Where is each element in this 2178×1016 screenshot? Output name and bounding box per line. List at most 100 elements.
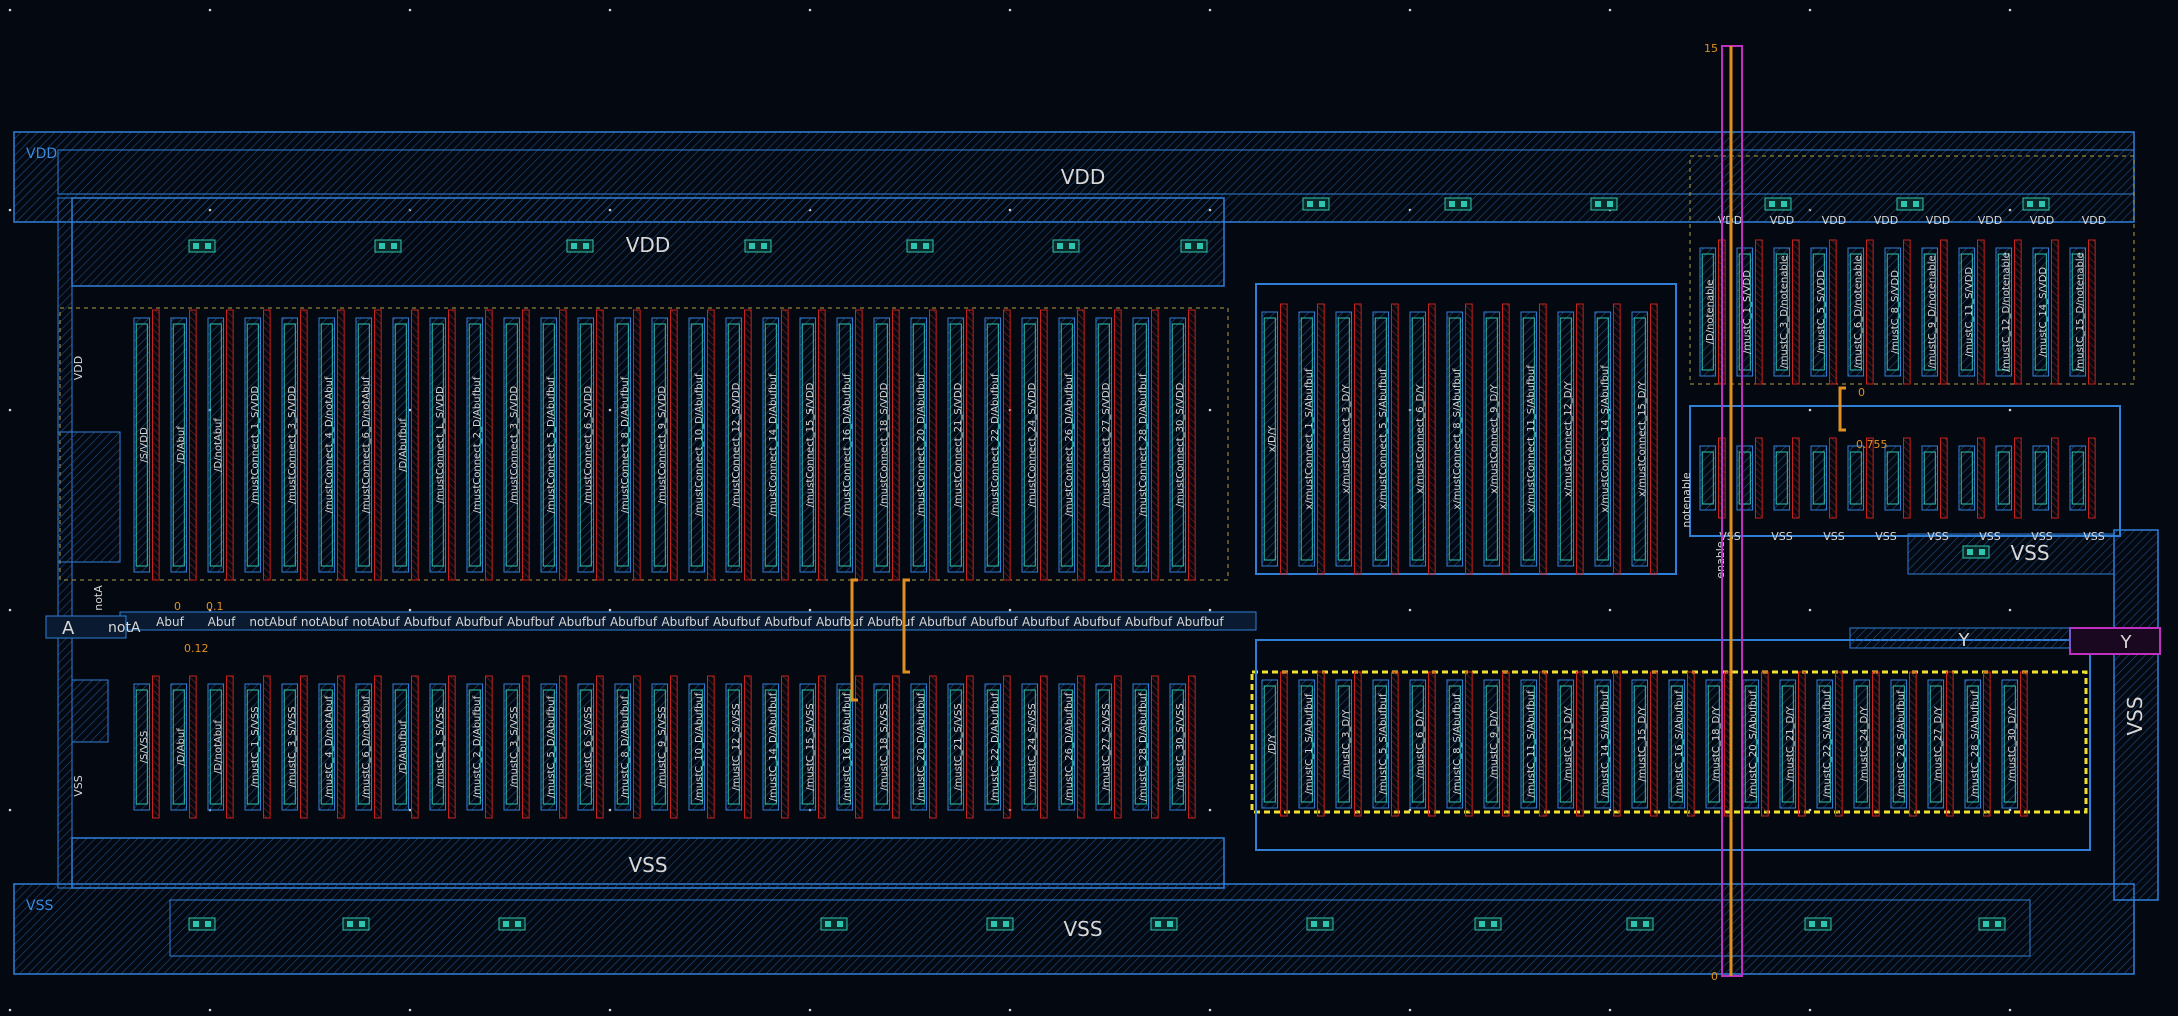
left-nmos-finger[interactable]: /mustC_12_S/VSS bbox=[725, 675, 752, 819]
left-nmos-finger[interactable]: /mustC_21_S/VSS bbox=[947, 675, 974, 819]
left-nmos-finger[interactable]: /mustC_24_S/VSS bbox=[1021, 675, 1048, 819]
left-nmos-finger[interactable]: /mustC_28_D/Abufbuf bbox=[1132, 675, 1159, 819]
right-nmos-finger[interactable] bbox=[1773, 437, 1800, 519]
right-nmos-finger[interactable] bbox=[1921, 437, 1948, 519]
right-pmos-finger[interactable]: /mustC_6_D/notenable bbox=[1847, 239, 1874, 385]
left-pmos-finger[interactable]: /mustConnect_28_D/Abufbuf bbox=[1132, 309, 1159, 581]
left-nmos-finger[interactable]: /mustC_18_S/VSS bbox=[873, 675, 900, 819]
left-pmos-finger[interactable]: /mustConnect_6_D/notAbuf bbox=[355, 309, 382, 581]
mid-pmos-finger[interactable]: x/mustConnect_3_D/Y bbox=[1335, 303, 1362, 575]
left-nmos-finger[interactable]: /mustC_1_S/VSS bbox=[429, 675, 456, 819]
mid-nmos-finger[interactable]: /mustC_5_S/Abufbuf bbox=[1372, 671, 1399, 817]
left-nmos-finger[interactable]: /mustC_15_S/VSS bbox=[799, 675, 826, 819]
left-pmos-finger[interactable]: /mustConnect_5_D/Abufbuf bbox=[540, 309, 567, 581]
right-pmos-finger[interactable]: /mustC_11_S/VDD bbox=[1958, 239, 1985, 385]
mid-nmos-finger[interactable]: /mustC_18_D/Y bbox=[1705, 671, 1732, 817]
mid-pmos-finger[interactable]: x/mustConnect_15_D/Y bbox=[1631, 303, 1658, 575]
left-nmos-finger[interactable]: /mustC_26_D/Abufbuf bbox=[1058, 675, 1085, 819]
mid-pmos-finger[interactable]: x/mustConnect_8_S/Abufbuf bbox=[1446, 303, 1473, 575]
right-nmos-finger[interactable] bbox=[1810, 437, 1837, 519]
right-pmos-finger[interactable]: /mustC_5_S/VDD bbox=[1810, 239, 1837, 385]
mid-nmos-finger[interactable]: /mustC_1_S/Abufbuf bbox=[1298, 671, 1325, 817]
mid-nmos-finger[interactable]: /mustC_28_S/Abufbuf bbox=[1964, 671, 1991, 817]
right-pmos-finger[interactable]: /mustC_12_D/notenable bbox=[1995, 239, 2022, 385]
left-pmos-finger[interactable]: /mustConnect_3_S/VDD bbox=[503, 309, 530, 581]
left-pmos-finger[interactable]: /mustConnect_12_S/VDD bbox=[725, 309, 752, 581]
left-pmos-finger[interactable]: /mustConnect_8_D/Abufbuf bbox=[614, 309, 641, 581]
left-pmos-finger[interactable]: /mustConnect_9_S/VDD bbox=[651, 309, 678, 581]
left-pmos-finger[interactable]: /D/Abufbuf bbox=[392, 309, 419, 581]
left-nmos-finger[interactable]: /S/VSS bbox=[133, 675, 160, 819]
left-pmos-finger[interactable]: /mustConnect_27_S/VDD bbox=[1095, 309, 1122, 581]
left-nmos-finger[interactable]: /mustC_6_S/VSS bbox=[577, 675, 604, 819]
mid-nmos-finger[interactable]: /mustC_6_D/Y bbox=[1409, 671, 1436, 817]
right-nmos-finger[interactable] bbox=[2032, 437, 2059, 519]
mid-nmos-finger[interactable]: /mustC_26_S/Abufbuf bbox=[1890, 671, 1917, 817]
right-pmos-finger[interactable]: /mustC_15_D/notenable bbox=[2069, 239, 2096, 385]
left-nmos-finger[interactable]: /mustC_4_D/notAbuf bbox=[318, 675, 345, 819]
left-nmos-finger[interactable]: /D/notAbuf bbox=[207, 675, 234, 819]
left-pmos-finger[interactable]: /mustConnect_20_D/Abufbuf bbox=[910, 309, 937, 581]
left-pmos-finger[interactable]: /mustConnect_15_S/VDD bbox=[799, 309, 826, 581]
mid-nmos-finger[interactable]: /mustC_27_D/Y bbox=[1927, 671, 1954, 817]
left-nmos-finger[interactable]: /D/Abufbuf bbox=[392, 675, 419, 819]
right-nmos-finger[interactable] bbox=[1884, 437, 1911, 519]
left-pmos-finger[interactable]: /S/VDD bbox=[133, 309, 160, 581]
left-pmos-finger[interactable]: /D/Abuf bbox=[170, 309, 197, 581]
mid-pmos-finger[interactable]: x/mustConnect_9_D/Y bbox=[1483, 303, 1510, 575]
left-pmos-finger[interactable]: /D/notAbuf bbox=[207, 309, 234, 581]
right-nmos-finger[interactable] bbox=[1736, 437, 1763, 519]
left-pmos-finger[interactable]: /mustConnect_L_S/VDD bbox=[429, 309, 456, 581]
mid-nmos-finger[interactable]: /mustC_21_D/Y bbox=[1779, 671, 1806, 817]
left-nmos-finger[interactable]: /mustC_30_S/VSS bbox=[1169, 675, 1196, 819]
right-nmos-finger[interactable] bbox=[1995, 437, 2022, 519]
right-pmos-finger[interactable]: /mustC_3_D/notenable bbox=[1773, 239, 1800, 385]
left-nmos-finger[interactable]: /mustC_2_D/Abufbuf bbox=[466, 675, 493, 819]
right-nmos-finger[interactable] bbox=[1958, 437, 1985, 519]
mid-pmos-finger[interactable]: x/mustConnect_14_S/Abufbuf bbox=[1594, 303, 1621, 575]
left-pmos-finger[interactable]: /mustConnect_22_D/Abufbuf bbox=[984, 309, 1011, 581]
left-nmos-finger[interactable]: /mustC_8_D/Abufbuf bbox=[614, 675, 641, 819]
left-pmos-finger[interactable]: /mustConnect_14_D/Abufbuf bbox=[762, 309, 789, 581]
mid-nmos-finger[interactable]: /mustC_9_D/Y bbox=[1483, 671, 1510, 817]
mid-nmos-finger[interactable]: /mustC_12_D/Y bbox=[1557, 671, 1584, 817]
mid-nmos-finger[interactable]: /mustC_11_S/Abufbuf bbox=[1520, 671, 1547, 817]
mid-pmos-finger[interactable]: x/D/Y bbox=[1261, 303, 1288, 575]
inv-nmos-cell[interactable] bbox=[71, 679, 109, 743]
left-nmos-finger[interactable]: /mustC_27_S/VSS bbox=[1095, 675, 1122, 819]
mid-nmos-finger[interactable]: /mustC_3_D/Y bbox=[1335, 671, 1362, 817]
mid-nmos-finger[interactable]: /D/Y bbox=[1261, 671, 1288, 817]
left-pmos-finger[interactable]: /mustConnect_21_S/VDD bbox=[947, 309, 974, 581]
mid-nmos-finger[interactable]: /mustC_14_S/Abufbuf bbox=[1594, 671, 1621, 817]
left-nmos-finger[interactable]: /D/Abuf bbox=[170, 675, 197, 819]
mid-nmos-finger[interactable]: /mustC_16_S/Abufbuf bbox=[1668, 671, 1695, 817]
left-pmos-finger[interactable]: /mustConnect_30_S/VDD bbox=[1169, 309, 1196, 581]
left-nmos-finger[interactable]: /mustC_9_S/VSS bbox=[651, 675, 678, 819]
left-pmos-finger[interactable]: /mustConnect_26_D/Abufbuf bbox=[1058, 309, 1085, 581]
left-pmos-finger[interactable]: /mustConnect_24_S/VDD bbox=[1021, 309, 1048, 581]
right-pmos-finger[interactable]: /mustC_9_D/notenable bbox=[1921, 239, 1948, 385]
left-nmos-finger[interactable]: /mustC_22_D/Abufbuf bbox=[984, 675, 1011, 819]
mid-pmos-finger[interactable]: x/mustConnect_6_D/Y bbox=[1409, 303, 1436, 575]
mid-pmos-finger[interactable]: x/mustConnect_12_D/Y bbox=[1557, 303, 1584, 575]
mid-nmos-finger[interactable]: /mustC_8_S/Abufbuf bbox=[1446, 671, 1473, 817]
mid-nmos-finger[interactable]: /mustC_20_S/Abufbuf bbox=[1742, 671, 1769, 817]
left-pmos-finger[interactable]: /mustConnect_3_S/VDD bbox=[281, 309, 308, 581]
left-pmos-finger[interactable]: /mustConnect_1_S/VDD bbox=[244, 309, 271, 581]
left-pmos-finger[interactable]: /mustConnect_18_S/VDD bbox=[873, 309, 900, 581]
mid-nmos-finger[interactable]: /mustC_30_D/Y bbox=[2001, 671, 2028, 817]
right-nmos-finger[interactable] bbox=[2069, 437, 2096, 519]
left-nmos-finger[interactable]: /mustC_10_D/Abufbuf bbox=[688, 675, 715, 819]
mid-pmos-finger[interactable]: x/mustConnect_1_S/Abufbuf bbox=[1298, 303, 1325, 575]
left-pmos-finger[interactable]: /mustConnect_4_D/notAbuf bbox=[318, 309, 345, 581]
mid-nmos-finger[interactable]: /mustC_15_D/Y bbox=[1631, 671, 1658, 817]
left-nmos-finger[interactable]: /mustC_3_S/VSS bbox=[281, 675, 308, 819]
layout-canvas[interactable]: /S/VDD/D/Abuf/D/notAbuf/mustConnect_1_S/… bbox=[0, 0, 2178, 1012]
layout-view[interactable]: /S/VDD/D/Abuf/D/notAbuf/mustConnect_1_S/… bbox=[0, 0, 2178, 1012]
left-pmos-finger[interactable]: /mustConnect_2_D/Abufbuf bbox=[466, 309, 493, 581]
left-nmos-finger[interactable]: /mustC_5_D/Abufbuf bbox=[540, 675, 567, 819]
right-pmos-finger[interactable]: /mustC_1_S/VDD bbox=[1736, 239, 1763, 385]
left-nmos-finger[interactable]: /mustC_20_D/Abufbuf bbox=[910, 675, 937, 819]
left-nmos-finger[interactable]: /mustC_16_D/Abufbuf bbox=[836, 675, 863, 819]
mid-nmos-finger[interactable]: /mustC_22_S/Abufbuf bbox=[1816, 671, 1843, 817]
